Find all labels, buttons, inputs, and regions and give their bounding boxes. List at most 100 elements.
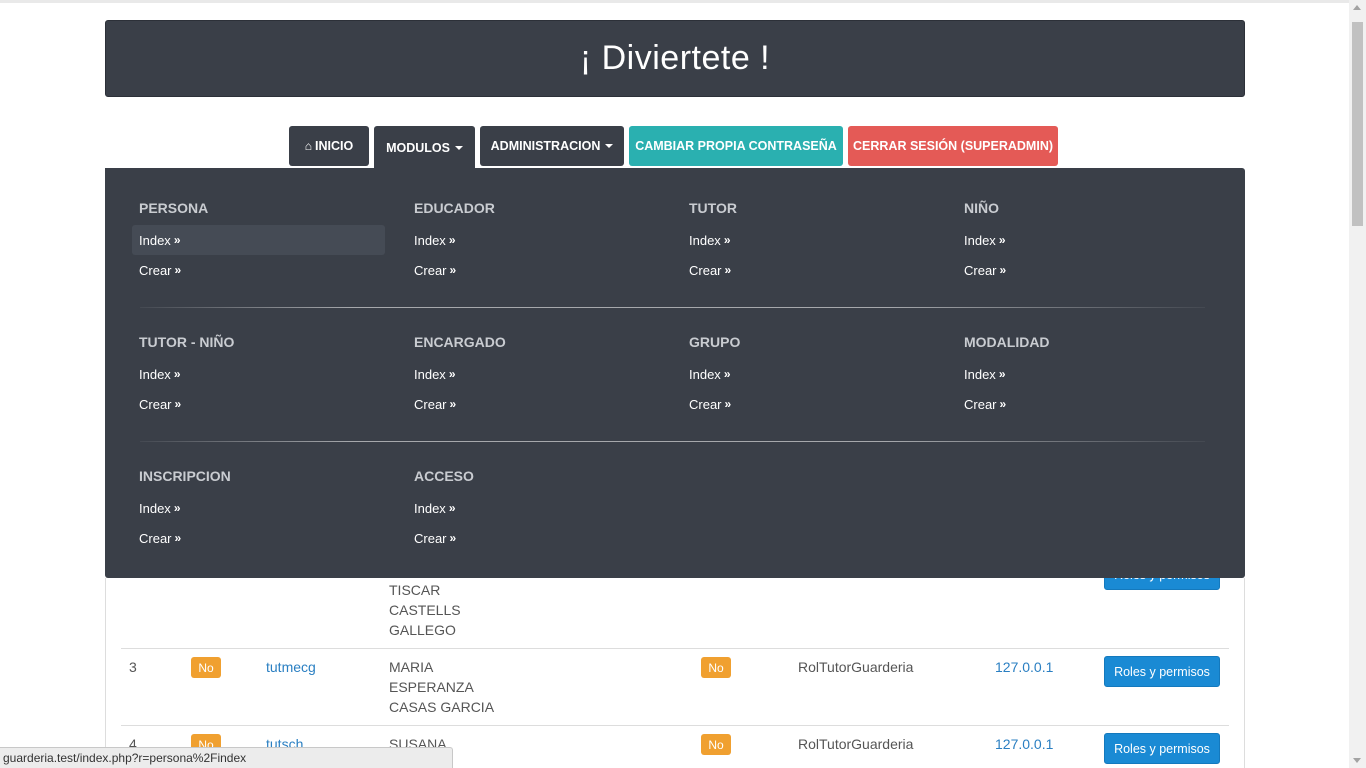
link-label: Crear	[689, 396, 722, 412]
link-label: Index	[964, 232, 996, 248]
link-label: Crear	[689, 262, 722, 278]
caret-down-icon	[605, 144, 614, 148]
scroll-down-arrow-icon[interactable]	[1353, 758, 1361, 763]
double-chevron-right-icon: »	[998, 233, 1006, 247]
inscripcion-index-link[interactable]: Index»	[132, 493, 385, 523]
nav-administracion-button[interactable]: ADMINISTRACION	[480, 126, 624, 166]
name-line: MARIA	[389, 659, 434, 675]
row-divider	[121, 725, 1229, 726]
link-label: Index	[414, 232, 446, 248]
double-chevron-right-icon: »	[174, 263, 182, 277]
main-nav: ⌂ INICIO MODULOS ADMINISTRACION CAMBIAR …	[289, 126, 1058, 170]
nav-modulos-button[interactable]: MODULOS	[374, 126, 475, 170]
grupo-crear-link[interactable]: Crear»	[682, 389, 935, 419]
tutor-index-link[interactable]: Index»	[682, 225, 935, 255]
menu-group-title: PERSONA	[139, 200, 209, 216]
link-label: Crear	[964, 396, 997, 412]
ip-link[interactable]: 127.0.0.1	[995, 734, 1053, 754]
double-chevron-right-icon: »	[173, 233, 181, 247]
menu-group-title: ENCARGADO	[414, 334, 506, 350]
double-chevron-right-icon: »	[448, 501, 456, 515]
double-chevron-right-icon: »	[173, 367, 181, 381]
ip-link[interactable]: 127.0.0.1	[995, 657, 1053, 677]
roles-permisos-button[interactable]: Roles y permisos	[1104, 733, 1220, 764]
double-chevron-right-icon: »	[723, 367, 731, 381]
logout-button[interactable]: CERRAR SESIÓN (SUPERADMIN)	[848, 126, 1058, 166]
persona-index-link[interactable]: Index»	[132, 225, 385, 255]
persona-crear-link[interactable]: Crear»	[132, 255, 385, 285]
menu-group-title: NIÑO	[964, 200, 999, 216]
username-link[interactable]: tutmecg	[266, 657, 316, 677]
role-cell: RolTutorGuarderia	[798, 736, 914, 752]
educador-index-link[interactable]: Index»	[407, 225, 660, 255]
double-chevron-right-icon: »	[723, 233, 731, 247]
modalidad-crear-link[interactable]: Crear»	[957, 389, 1210, 419]
link-label: Index	[964, 366, 996, 382]
status-badge: No	[191, 657, 221, 678]
name-cell: TISCAR CASTELLS GALLEGO	[389, 580, 461, 640]
menu-divider	[140, 307, 1205, 308]
tutor-nino-crear-link[interactable]: Crear»	[132, 389, 385, 419]
role-cell: RolTutorGuarderia	[798, 659, 914, 675]
menu-group-title: MODALIDAD	[964, 334, 1050, 350]
site-header: ¡ Diviertete !	[105, 20, 1245, 97]
nav-modulos-label: MODULOS	[386, 141, 450, 155]
double-chevron-right-icon: »	[998, 367, 1006, 381]
double-chevron-right-icon: »	[173, 501, 181, 515]
link-label: Crear	[139, 396, 172, 412]
inscripcion-crear-link[interactable]: Crear»	[132, 523, 385, 553]
double-chevron-right-icon: »	[449, 531, 457, 545]
link-label: Crear	[964, 262, 997, 278]
double-chevron-right-icon: »	[449, 263, 457, 277]
link-label: Index	[689, 366, 721, 382]
nino-crear-link[interactable]: Crear»	[957, 255, 1210, 285]
menu-group-title: ACCESO	[414, 468, 474, 484]
link-label: Index	[414, 500, 446, 516]
educador-crear-link[interactable]: Crear»	[407, 255, 660, 285]
change-password-button[interactable]: CAMBIAR PROPIA CONTRASEÑA	[629, 126, 843, 166]
encargado-index-link[interactable]: Index»	[407, 359, 660, 389]
modulos-dropdown-menu: PERSONA Index» Crear» EDUCADOR Index» Cr…	[105, 168, 1245, 578]
menu-group-title: INSCRIPCION	[139, 468, 231, 484]
acceso-crear-link[interactable]: Crear»	[407, 523, 660, 553]
double-chevron-right-icon: »	[724, 397, 732, 411]
nino-index-link[interactable]: Index»	[957, 225, 1210, 255]
scrollbar-thumb[interactable]	[1352, 22, 1363, 226]
tutor-crear-link[interactable]: Crear»	[682, 255, 935, 285]
modalidad-index-link[interactable]: Index»	[957, 359, 1210, 389]
page-scrollbar[interactable]	[1349, 0, 1366, 768]
site-title: ¡ Diviertete !	[579, 39, 771, 77]
name-line: ESPERANZA	[389, 679, 474, 695]
link-label: Index	[414, 366, 446, 382]
link-label: Crear	[414, 262, 447, 278]
acceso-index-link[interactable]: Index»	[407, 493, 660, 523]
double-chevron-right-icon: »	[174, 531, 182, 545]
link-label: Index	[139, 366, 171, 382]
home-icon: ⌂	[304, 139, 313, 153]
name-cell: MARIA ESPERANZA CASAS GARCIA	[389, 657, 494, 717]
menu-divider	[140, 441, 1205, 442]
link-label: Index	[139, 232, 171, 248]
nav-inicio-button[interactable]: ⌂ INICIO	[289, 126, 369, 166]
link-label: Crear	[139, 530, 172, 546]
name-line: GALLEGO	[389, 622, 456, 638]
double-chevron-right-icon: »	[724, 263, 732, 277]
status-badge: No	[701, 657, 731, 678]
menu-group-title: EDUCADOR	[414, 200, 495, 216]
encargado-crear-link[interactable]: Crear»	[407, 389, 660, 419]
roles-permisos-button[interactable]: Roles y permisos	[1104, 656, 1220, 687]
status-badge: No	[701, 734, 731, 755]
name-line: CASTELLS	[389, 602, 461, 618]
top-border	[0, 0, 1349, 3]
link-label: Crear	[139, 262, 172, 278]
id-cell: 3	[129, 659, 137, 675]
menu-group-title: GRUPO	[689, 334, 741, 350]
scroll-up-arrow-icon[interactable]	[1353, 5, 1361, 10]
double-chevron-right-icon: »	[999, 397, 1007, 411]
nav-inicio-label: INICIO	[315, 139, 354, 153]
tutor-nino-index-link[interactable]: Index»	[132, 359, 385, 389]
link-label: Index	[139, 500, 171, 516]
menu-group-title: TUTOR - NIÑO	[139, 334, 235, 350]
grupo-index-link[interactable]: Index»	[682, 359, 935, 389]
link-label: Index	[689, 232, 721, 248]
